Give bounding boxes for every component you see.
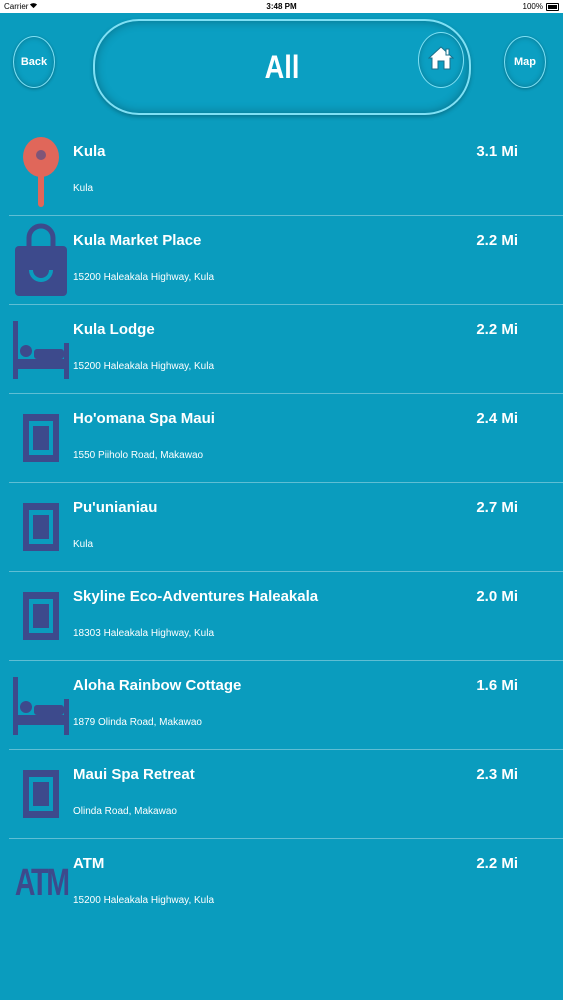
list-item[interactable]: Skyline Eco-Adventures Haleakala 18303 H… [9,572,563,661]
place-address: 15200 Haleakala Highway, Kula [73,272,215,283]
home-icon [427,45,455,76]
battery-icon [546,3,559,11]
place-distance: 2.2 Mi [476,321,518,338]
list-item[interactable]: Maui Spa Retreat Olinda Road, Makawao 2.… [9,750,563,839]
place-distance: 2.2 Mi [476,855,518,872]
place-address: 15200 Haleakala Highway, Kula [73,895,215,906]
place-distance: 3.1 Mi [476,143,518,160]
status-bar: Carrier 3:48 PM 100% [0,0,563,13]
map-button[interactable]: Map [504,36,546,88]
atm-icon: ATM [12,845,70,921]
map-pin-icon [12,133,70,209]
place-distance: 1.6 Mi [476,677,518,694]
place-address: 18303 Haleakala Highway, Kula [73,628,215,639]
list-item[interactable]: Aloha Rainbow Cottage 1879 Olinda Road, … [9,661,563,750]
battery-percent: 100% [522,2,543,11]
list-item[interactable]: Kula Kula 3.1 Mi [9,127,563,216]
list-item[interactable]: Kula Lodge 15200 Haleakala Highway, Kula… [9,305,563,394]
bed-icon [12,311,70,387]
place-name: Kula Market Place [73,232,202,249]
square-frame-icon [12,578,70,654]
place-address: Kula [73,183,94,194]
place-name: Aloha Rainbow Cottage [73,677,242,694]
place-name: Ho'omana Spa Maui [73,410,215,427]
square-frame-icon [12,489,70,565]
list-item[interactable]: Ho'omana Spa Maui 1550 Piiholo Road, Mak… [9,394,563,483]
back-button[interactable]: Back [13,36,55,88]
place-address: Olinda Road, Makawao [73,806,177,817]
bed-icon [12,667,70,743]
atm-icon-text: ATM [14,861,70,904]
place-name: Pu'unianiau [73,499,158,516]
title-pill: All [93,19,471,115]
header-bar: Back All Map [0,13,563,121]
place-distance: 2.7 Mi [476,499,518,516]
place-distance: 2.0 Mi [476,588,518,605]
square-frame-icon [12,400,70,476]
place-name: Skyline Eco-Adventures Haleakala [73,588,319,605]
place-name: Kula [73,143,106,160]
place-name: ATM [73,855,105,872]
places-list: Kula Kula 3.1 Mi Kula Market Place 15200… [0,127,563,927]
square-frame-icon [12,756,70,832]
place-address: Kula [73,539,94,550]
list-item[interactable]: Pu'unianiau Kula 2.7 Mi [9,483,563,572]
place-name: Maui Spa Retreat [73,766,195,783]
page-title: All [264,49,300,85]
place-distance: 2.4 Mi [476,410,518,427]
place-address: 1879 Olinda Road, Makawao [73,717,202,728]
place-address: 15200 Haleakala Highway, Kula [73,361,215,372]
shopping-bag-icon [12,222,70,298]
list-item[interactable]: ATM ATM 15200 Haleakala Highway, Kula 2.… [9,839,563,927]
place-address: 1550 Piiholo Road, Makawao [73,450,204,461]
place-name: Kula Lodge [73,321,155,338]
place-distance: 2.2 Mi [476,232,518,249]
list-item[interactable]: Kula Market Place 15200 Haleakala Highwa… [9,216,563,305]
status-time: 3:48 PM [266,2,297,11]
place-distance: 2.3 Mi [476,766,518,783]
home-button[interactable] [418,32,464,88]
